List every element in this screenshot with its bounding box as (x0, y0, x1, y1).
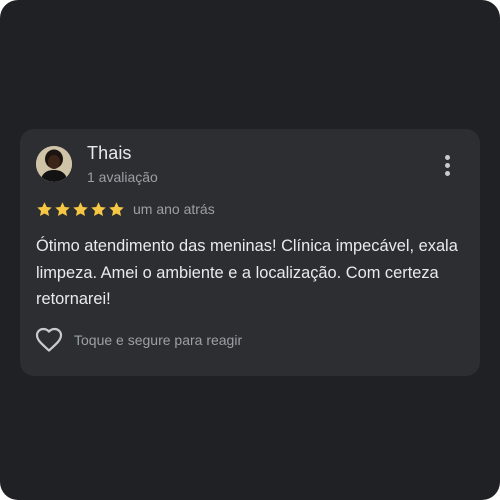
star-rating (36, 201, 125, 218)
more-vertical-icon-dot (445, 163, 450, 168)
review-text: Ótimo atendimento das meninas! Clínica i… (36, 237, 458, 308)
star-icon (73, 202, 88, 217)
more-vertical-icon (445, 155, 450, 160)
screen: Thais 1 avaliação um ano atrás Ótimo ate… (0, 0, 500, 500)
avatar-image (36, 146, 72, 182)
review-card: Thais 1 avaliação um ano atrás Ótimo ate… (20, 129, 480, 376)
heart-outline-icon (35, 327, 63, 352)
review-count: 1 avaliação (87, 169, 158, 185)
review-date: um ano atrás (133, 201, 215, 217)
reviewer-name[interactable]: Thais (87, 143, 132, 164)
star-icon (37, 202, 52, 217)
react-button[interactable]: Toque e segure para reagir (35, 327, 242, 353)
avatar[interactable] (36, 146, 72, 182)
more-options-button[interactable] (438, 151, 458, 179)
react-label: Toque e segure para reagir (74, 332, 243, 348)
star-icon (55, 202, 70, 217)
more-vertical-icon-dot (445, 171, 450, 176)
star-icon (91, 202, 106, 217)
star-icon (109, 202, 124, 217)
